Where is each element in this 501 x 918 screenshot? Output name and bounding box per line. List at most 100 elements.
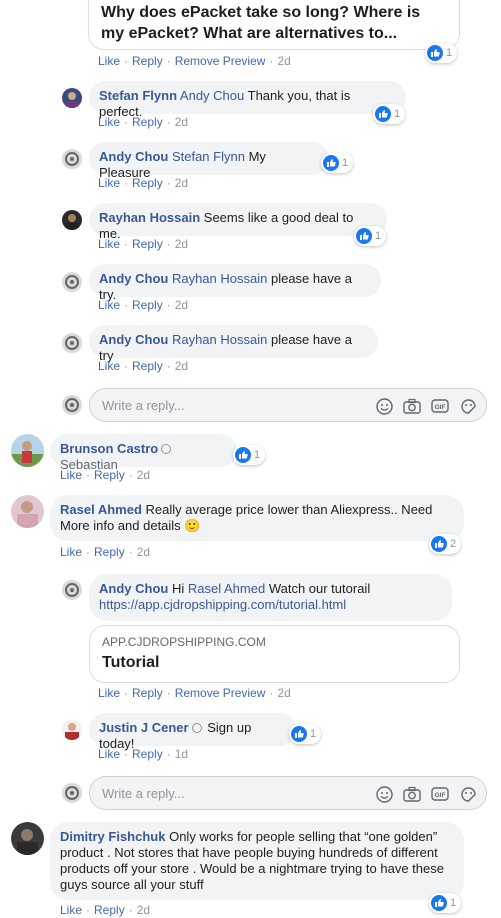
- like-button[interactable]: Like: [98, 176, 120, 190]
- author-name[interactable]: Dimitry Fishchuk: [60, 829, 165, 844]
- camera-icon[interactable]: [402, 396, 422, 416]
- tagged-user[interactable]: Rayhan Hossain: [172, 332, 267, 347]
- tutorial-link[interactable]: https://app.cjdropshipping.com/tutorial.…: [99, 597, 346, 612]
- author-name[interactable]: Justin J Cener: [99, 720, 189, 735]
- reply-button[interactable]: Reply: [132, 298, 163, 312]
- remove-preview-button[interactable]: Remove Preview: [175, 54, 266, 68]
- like-icon: [431, 536, 447, 552]
- gif-icon[interactable]: GIF: [430, 396, 450, 416]
- avatar[interactable]: [11, 495, 44, 528]
- sticker-icon[interactable]: [458, 396, 478, 416]
- reply-box[interactable]: GIF: [89, 388, 487, 422]
- timestamp[interactable]: 2d: [137, 903, 150, 917]
- reply-button[interactable]: Reply: [94, 468, 125, 482]
- like-button[interactable]: Like: [98, 54, 120, 68]
- comment-reactions[interactable]: 1: [429, 893, 462, 913]
- timestamp[interactable]: 2d: [137, 545, 150, 559]
- like-button[interactable]: Like: [98, 237, 120, 251]
- camera-icon[interactable]: [402, 784, 422, 804]
- timestamp[interactable]: 2d: [175, 298, 188, 312]
- reply-input[interactable]: [100, 784, 370, 802]
- avatar[interactable]: [62, 783, 82, 803]
- reply-box[interactable]: GIF: [89, 776, 487, 810]
- avatar[interactable]: [62, 580, 82, 600]
- like-icon: [431, 895, 447, 911]
- timestamp[interactable]: 1d: [175, 747, 188, 761]
- author-name[interactable]: Andy Chou: [99, 149, 168, 164]
- comment-reactions[interactable]: 1: [233, 445, 266, 465]
- tagged-user[interactable]: Stefan Flynn: [172, 149, 245, 164]
- author-name[interactable]: Andy Chou: [99, 271, 168, 286]
- avatar[interactable]: [62, 720, 82, 740]
- comment-reactions[interactable]: 1: [354, 226, 387, 246]
- avatar[interactable]: [62, 149, 82, 169]
- like-button[interactable]: Like: [98, 115, 120, 129]
- reply-button[interactable]: Reply: [132, 747, 163, 761]
- top-preview-reactions[interactable]: 1: [425, 43, 458, 63]
- reply-button[interactable]: Reply: [94, 903, 125, 917]
- reply-button[interactable]: Reply: [94, 545, 125, 559]
- comment-bubble: Dimitry Fishchuk Only works for people s…: [50, 822, 464, 900]
- tagged-user[interactable]: Rayhan Hossain: [172, 271, 267, 286]
- gif-icon[interactable]: GIF: [430, 784, 450, 804]
- like-button[interactable]: Like: [98, 298, 120, 312]
- avatar[interactable]: [62, 395, 82, 415]
- comment-actions: Like · Reply · 2d: [60, 468, 151, 482]
- reply-button[interactable]: Reply: [132, 54, 163, 68]
- like-icon: [291, 726, 307, 742]
- like-icon: [356, 228, 372, 244]
- timestamp[interactable]: 2d: [277, 686, 290, 700]
- verified-icon: [191, 723, 202, 733]
- author-name[interactable]: Rasel Ahmed: [60, 502, 142, 517]
- author-name[interactable]: Andy Chou: [99, 332, 168, 347]
- comment-actions: Like · Reply · 2d: [98, 176, 189, 190]
- sticker-icon[interactable]: [458, 784, 478, 804]
- avatar[interactable]: [62, 210, 82, 230]
- remove-preview-button[interactable]: Remove Preview: [175, 686, 266, 700]
- comment-reactions[interactable]: 1: [373, 104, 406, 124]
- like-button[interactable]: Like: [60, 545, 82, 559]
- like-button[interactable]: Like: [60, 468, 82, 482]
- like-button[interactable]: Like: [98, 747, 120, 761]
- emoji-icon[interactable]: [374, 784, 394, 804]
- reply-button[interactable]: Reply: [132, 359, 163, 373]
- emoji-icon[interactable]: [374, 396, 394, 416]
- smile-emoji-icon: 🙂: [184, 518, 201, 533]
- timestamp[interactable]: 2d: [175, 237, 188, 251]
- reaction-count: 1: [446, 47, 453, 59]
- like-icon: [427, 45, 443, 61]
- avatar[interactable]: [62, 88, 82, 108]
- comment-bubble: Andy Chou Hi Rasel Ahmed Watch our tutor…: [89, 574, 452, 621]
- timestamp[interactable]: 2d: [175, 359, 188, 373]
- reaction-count: 1: [310, 728, 317, 740]
- reply-button[interactable]: Reply: [132, 115, 163, 129]
- timestamp[interactable]: 2d: [277, 54, 290, 68]
- timestamp[interactable]: 2d: [175, 176, 188, 190]
- author-name[interactable]: Andy Chou: [99, 581, 168, 596]
- like-button[interactable]: Like: [98, 359, 120, 373]
- avatar[interactable]: [62, 272, 82, 292]
- avatar[interactable]: [62, 333, 82, 353]
- comment-reactions[interactable]: 1: [321, 153, 354, 173]
- verified-icon: [161, 444, 172, 454]
- reply-input[interactable]: [100, 396, 370, 414]
- author-name[interactable]: Stefan Flynn: [99, 88, 177, 103]
- reply-button[interactable]: Reply: [132, 237, 163, 251]
- comment-reactions[interactable]: 2: [429, 534, 462, 554]
- comment-actions: Like · Reply · 2d: [98, 115, 189, 129]
- tagged-user[interactable]: Andy Chou: [180, 88, 244, 103]
- reply-button[interactable]: Reply: [132, 686, 163, 700]
- timestamp[interactable]: 2d: [175, 115, 188, 129]
- reply-button[interactable]: Reply: [132, 176, 163, 190]
- comment-reactions[interactable]: 1: [289, 724, 322, 744]
- like-button[interactable]: Like: [98, 686, 120, 700]
- author-name[interactable]: Brunson Castro: [60, 441, 158, 456]
- link-preview-card[interactable]: APP.CJDROPSHIPPING.COM Tutorial: [89, 625, 460, 683]
- author-name[interactable]: Rayhan Hossain: [99, 210, 200, 225]
- timestamp[interactable]: 2d: [137, 468, 150, 482]
- top-link-preview[interactable]: Why does ePacket take so long? Where is …: [88, 0, 460, 50]
- avatar[interactable]: [11, 822, 44, 855]
- like-button[interactable]: Like: [60, 903, 82, 917]
- tagged-user[interactable]: Rasel Ahmed: [188, 581, 265, 596]
- avatar[interactable]: [11, 434, 44, 467]
